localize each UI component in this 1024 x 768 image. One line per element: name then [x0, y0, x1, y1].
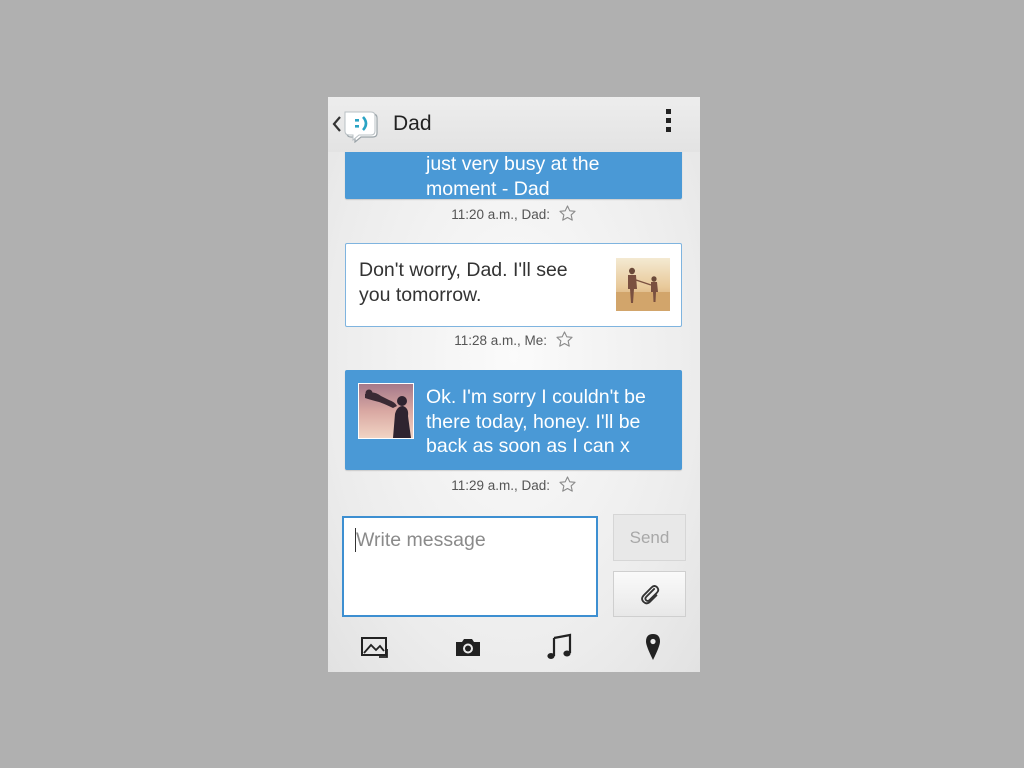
- message-bubble-incoming[interactable]: Ok. I'm sorry I couldn't be there today,…: [345, 370, 682, 470]
- message-line: moment - Dad: [426, 177, 550, 200]
- chevron-left-icon[interactable]: [331, 111, 343, 137]
- message-text: Don't worry, Dad. I'll see you tomorrow.: [359, 258, 568, 307]
- message-text: just very busy at the moment - Dad: [426, 152, 599, 201]
- photo-thumbnail[interactable]: [615, 257, 671, 312]
- photo-thumbnail[interactable]: [358, 383, 414, 439]
- message-timestamp: 11:28 a.m., Me:: [454, 333, 548, 348]
- message-line: Don't worry, Dad. I'll see: [359, 259, 568, 281]
- music-icon[interactable]: [543, 632, 577, 662]
- message-meta: 11:20 a.m., Dad:: [328, 204, 700, 223]
- message-line: there today, honey. I'll be: [426, 410, 641, 433]
- messaging-app-icon[interactable]: [343, 109, 381, 143]
- messaging-screen: just very busy at the moment - Dad 11:20…: [328, 97, 700, 672]
- message-line: Ok. I'm sorry I couldn't be: [426, 386, 646, 408]
- attach-button[interactable]: [613, 571, 686, 617]
- message-line: back as soon as I can x: [426, 435, 630, 457]
- message-timestamp: 11:29 a.m., Dad:: [451, 478, 551, 493]
- star-icon[interactable]: [555, 330, 574, 349]
- message-bubble-outgoing[interactable]: Don't worry, Dad. I'll see you tomorrow.: [345, 243, 682, 327]
- message-input-placeholder: Write message: [356, 529, 486, 551]
- more-vertical-icon[interactable]: [660, 109, 676, 139]
- message-input[interactable]: Write message: [342, 516, 598, 617]
- gallery-icon[interactable]: [359, 632, 393, 662]
- message-text: Ok. I'm sorry I couldn't be there today,…: [426, 385, 646, 459]
- send-button[interactable]: Send: [613, 514, 686, 561]
- message-meta: 11:28 a.m., Me:: [328, 330, 700, 349]
- camera-icon[interactable]: [451, 632, 485, 662]
- message-meta: 11:29 a.m., Dad:: [328, 475, 700, 494]
- star-icon[interactable]: [558, 475, 577, 494]
- star-icon[interactable]: [558, 204, 577, 223]
- message-timestamp: 11:20 a.m., Dad:: [451, 207, 551, 222]
- action-bar: Dad: [328, 97, 700, 152]
- conversation-title: Dad: [393, 112, 432, 135]
- location-pin-icon[interactable]: [636, 632, 670, 662]
- message-line: you tomorrow.: [359, 283, 482, 306]
- paperclip-icon: [641, 585, 660, 605]
- message-line: just very busy at the: [426, 153, 600, 175]
